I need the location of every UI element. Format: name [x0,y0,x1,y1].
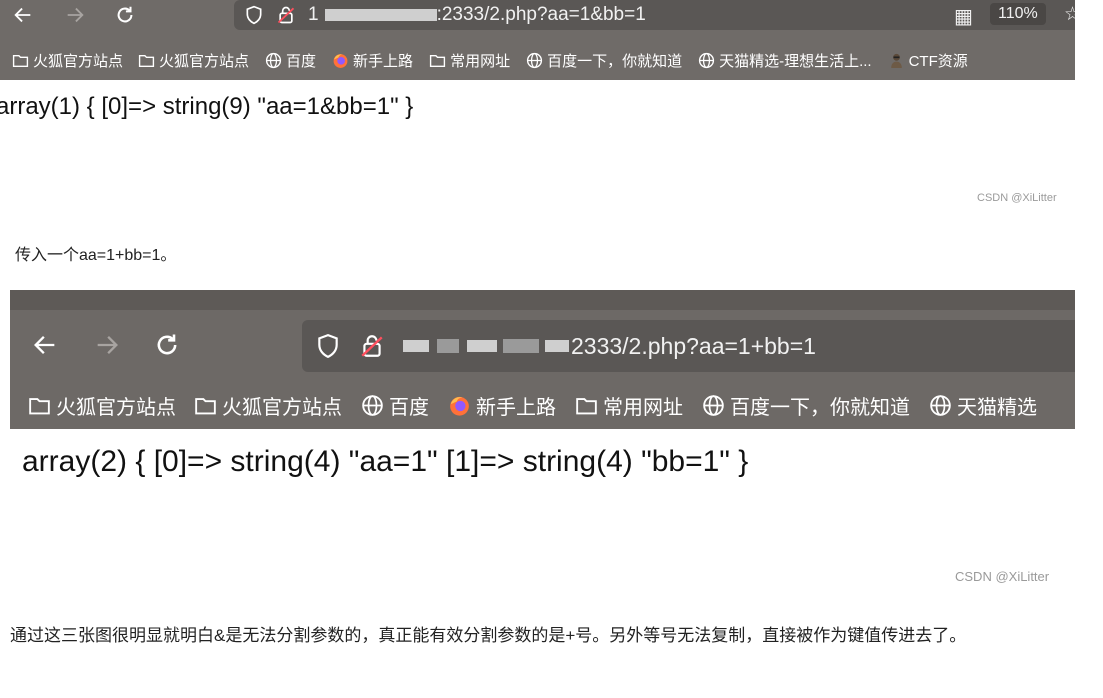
shield-icon [318,334,338,359]
forward-button[interactable] [90,328,124,362]
firefox-icon [332,52,349,69]
bookmark-item[interactable]: 常用网址 [429,50,510,71]
qr-code-icon[interactable]: ▦ [954,4,973,29]
url-bar[interactable]: 2333/2.php?aa=1+bb=1 [302,320,1075,372]
php-output: array(2) { [0]=> string(4) "aa=1" [1]=> … [22,445,749,478]
shield-icon [246,5,262,25]
bookmark-item[interactable]: 百度 [361,391,429,420]
globe-icon [698,52,715,69]
insecure-lock-icon [277,6,295,24]
redacted-host [324,9,437,21]
bookmark-item[interactable]: 火狐官方站点 [138,50,249,71]
bookmark-item[interactable]: 百度 [265,50,316,71]
folder-icon [194,394,217,417]
bookmark-item[interactable]: 百度一下，你就知道 [526,50,682,71]
browser-toolbar: 1 :2333/2.php?aa=1&bb=1 ▦ 110% ☆ [0,0,1075,35]
folder-icon [12,52,29,69]
reload-button[interactable] [110,2,140,28]
forward-arrow-icon [67,7,84,23]
bookmark-item[interactable]: 新手上路 [332,50,413,71]
back-button[interactable] [28,328,62,362]
bookmark-item[interactable]: 火狐官方站点 [28,391,176,420]
redacted-host [545,340,569,352]
bookmark-star-icon[interactable]: ☆ [1064,3,1075,26]
forward-button[interactable] [60,2,90,28]
folder-icon [28,394,51,417]
firefox-icon [448,394,471,417]
redacted-host [403,340,429,352]
bookmark-item[interactable]: 火狐官方站点 [12,50,123,71]
bookmark-item[interactable]: 常用网址 [575,391,683,420]
bookmarks-bar: 火狐官方站点 火狐官方站点 百度 新手上路 常用网址 百度一下，你就知道 天猫精… [10,390,1075,420]
browser-toolbar: 2333/2.php?aa=1+bb=1 [10,316,1075,372]
globe-icon [702,394,725,417]
browser-chrome: 1 :2333/2.php?aa=1&bb=1 ▦ 110% ☆ 火狐官方站点 … [0,0,1075,80]
redacted-host [437,339,459,353]
hacker-icon [888,52,905,69]
redacted-host [467,340,497,352]
url-prefix: 1 [308,4,319,25]
bookmarks-bar: 火狐官方站点 火狐官方站点 百度 新手上路 常用网址 百度一下，你就知道 天猫精… [0,48,1075,72]
globe-icon [361,394,384,417]
browser-chrome: 2333/2.php?aa=1+bb=1 火狐官方站点 火狐官方站点 百度 新手… [10,290,1075,429]
url-bar[interactable]: 1 :2333/2.php?aa=1&bb=1 ▦ 110% ☆ [234,0,1075,30]
folder-icon [429,52,446,69]
url-text: 2333/2.php?aa=1+bb=1 [571,332,816,359]
bookmark-item[interactable]: 百度一下，你就知道 [702,391,910,420]
screenshot-2: 2333/2.php?aa=1+bb=1 火狐官方站点 火狐官方站点 百度 新手… [10,290,1075,595]
reload-button[interactable] [150,328,184,362]
bookmark-item[interactable]: 天猫精选 [929,391,1037,420]
tab-strip [10,290,1075,310]
redacted-host [503,339,539,353]
bookmark-item[interactable]: 天猫精选-理想生活上... [698,50,872,71]
back-arrow-icon [34,336,55,354]
watermark: CSDN @XiLitter [955,569,1050,584]
bookmark-item[interactable]: CTF资源 [888,50,968,71]
folder-icon [138,52,155,69]
caption: 传入一个aa=1+bb=1。 [15,247,177,264]
globe-icon [526,52,543,69]
url-text: :2333/2.php?aa=1&bb=1 [436,4,646,25]
reload-icon [117,6,133,23]
forward-arrow-icon [97,336,118,354]
back-arrow-icon [14,7,31,23]
zoom-level[interactable]: 110% [990,3,1046,25]
paragraph: 通过这三张图很明显就明白&是无法分割参数的，真正能有效分割参数的是+号。另外等号… [10,626,967,645]
back-button[interactable] [8,2,38,28]
reload-icon [157,334,177,355]
globe-icon [929,394,952,417]
insecure-lock-icon [361,335,383,357]
bookmark-item[interactable]: 火狐官方站点 [194,391,342,420]
folder-icon [575,394,598,417]
watermark: CSDN @XiLitter [977,192,1057,204]
bookmark-item[interactable]: 新手上路 [448,391,556,420]
php-output: array(1) { [0]=> string(9) "aa=1&bb=1" } [0,93,414,120]
screenshot-1: 1 :2333/2.php?aa=1&bb=1 ▦ 110% ☆ 火狐官方站点 … [0,0,1075,183]
globe-icon [265,52,282,69]
